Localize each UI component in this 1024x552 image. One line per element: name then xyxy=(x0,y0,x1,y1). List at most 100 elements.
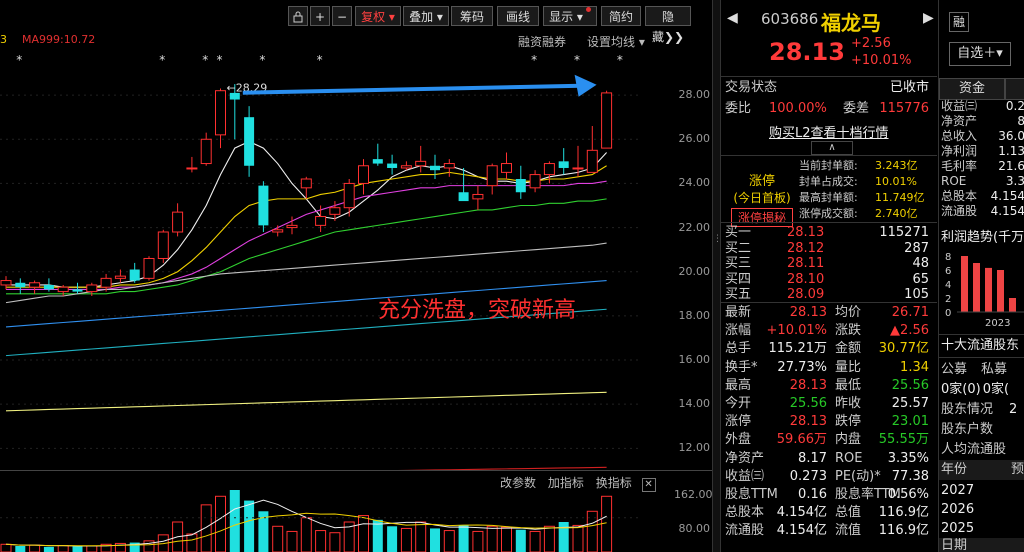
fin-tab-zijin[interactable]: 资金 xyxy=(939,78,1005,100)
candle-body[interactable] xyxy=(129,269,140,281)
annotation-text: 充分洗盘，突破新高 xyxy=(378,298,577,323)
param-button[interactable]: 改参数 xyxy=(500,476,536,490)
volume-bar xyxy=(486,525,498,552)
add-indicator-button[interactable]: 加指标 xyxy=(548,476,584,490)
fin-row: 收益㈢ 0.2 xyxy=(941,99,1024,113)
candle-body[interactable] xyxy=(215,90,226,136)
candle-body[interactable] xyxy=(15,282,26,288)
switch-indicator-button[interactable]: 换指标 xyxy=(596,476,632,490)
price-tick: 18.00 xyxy=(678,308,711,322)
volume-bar xyxy=(372,519,383,552)
candle-body[interactable] xyxy=(458,192,469,202)
ma-line-3 xyxy=(6,198,607,295)
event-star-icon[interactable]: * xyxy=(617,53,623,67)
candle-body[interactable] xyxy=(186,167,198,170)
ma-line-7 xyxy=(5,391,607,412)
candle-body[interactable] xyxy=(572,167,584,170)
divider xyxy=(721,76,937,77)
candle-body[interactable] xyxy=(558,161,569,168)
prev-stock-icon[interactable]: ◀ xyxy=(727,10,738,26)
volume-bar xyxy=(286,530,298,552)
kline-panel[interactable]: 3 MA999:10.72 + − 复权 ▾ 叠加 ▾ 筹码 画线 显示 ▾ 简… xyxy=(0,0,722,552)
volume-bar xyxy=(300,517,312,552)
candle-body[interactable] xyxy=(387,163,398,168)
event-star-icon[interactable]: * xyxy=(259,53,265,67)
candle-body[interactable] xyxy=(86,284,98,293)
candle-body[interactable] xyxy=(100,277,112,288)
fund-count-row: 0家(0) 0家( xyxy=(941,382,1010,397)
candle-body[interactable] xyxy=(372,159,383,164)
price-tick: 22.00 xyxy=(678,220,711,234)
volume-bar xyxy=(501,526,512,552)
year-row: 2025 xyxy=(941,521,975,536)
candle-body[interactable] xyxy=(515,179,526,193)
candle-body[interactable] xyxy=(286,224,298,229)
candle-body[interactable] xyxy=(430,165,440,171)
volume-bar xyxy=(29,544,41,552)
candle-body[interactable] xyxy=(601,92,613,149)
candle-body[interactable] xyxy=(114,275,126,279)
volume-bar xyxy=(86,545,98,552)
candlestick-chart[interactable]: * * * * * * * * *←28.29 xyxy=(0,0,640,470)
candle-body[interactable] xyxy=(300,178,312,189)
candle-body[interactable] xyxy=(57,286,69,293)
candle-body[interactable] xyxy=(501,163,512,173)
candle-body[interactable] xyxy=(543,163,555,176)
event-star-icon[interactable]: * xyxy=(159,53,165,67)
candle-body[interactable] xyxy=(244,117,255,166)
candle-body[interactable] xyxy=(157,231,169,259)
trade-status-row: 交易状态 已收市 xyxy=(725,80,929,95)
candle-body[interactable] xyxy=(400,165,412,169)
event-star-icon[interactable]: * xyxy=(531,53,537,67)
collapse-button[interactable]: ∧ xyxy=(811,141,853,155)
candle-body[interactable] xyxy=(529,174,541,189)
price-change: +2.56 xyxy=(851,36,891,51)
stat-row: 今开 25.56 昨收 25.57 xyxy=(725,396,929,411)
candle-body[interactable] xyxy=(358,165,369,184)
volume-bar xyxy=(229,490,240,552)
volume-bar xyxy=(415,521,427,552)
candle-body[interactable] xyxy=(29,282,41,288)
candle-body[interactable] xyxy=(472,193,484,200)
candle-body[interactable] xyxy=(258,185,269,226)
volume-chart[interactable] xyxy=(0,490,640,552)
candle-body[interactable] xyxy=(443,163,455,169)
candle-body[interactable] xyxy=(143,257,155,279)
vol-tick: 80.00 xyxy=(678,522,711,535)
candle-body[interactable] xyxy=(586,149,598,173)
renjun-label: 人均流通股 xyxy=(941,442,1007,457)
event-star-icon[interactable]: * xyxy=(16,53,22,67)
stat-row: 总手 115.21万 金额 30.77亿 xyxy=(725,341,929,357)
event-star-icon[interactable]: * xyxy=(317,53,323,67)
zixuan-button[interactable]: 自选＋▾ xyxy=(949,42,1011,66)
price-tick: 28.00 xyxy=(678,88,711,102)
candle-body[interactable] xyxy=(415,160,427,167)
candle-body[interactable] xyxy=(43,284,54,290)
event-star-icon[interactable]: * xyxy=(202,53,208,67)
fin-row: 净资产8 xyxy=(941,114,1024,128)
event-star-icon[interactable]: * xyxy=(217,53,223,67)
candle-body[interactable] xyxy=(486,165,498,187)
fin-tab-2[interactable] xyxy=(1005,78,1024,100)
fin-row: 总股本 4.154 xyxy=(941,189,1024,203)
candle-body[interactable] xyxy=(343,182,355,209)
holders-link[interactable]: 十大流通股东 xyxy=(941,337,1019,355)
trend-bar xyxy=(973,263,980,312)
stat-row: 总股本 4.154亿 总值 116.9亿 xyxy=(725,505,929,521)
volume-bar xyxy=(57,545,69,552)
candle-body[interactable] xyxy=(172,211,184,233)
candle-body[interactable] xyxy=(72,289,83,292)
event-star-icon[interactable]: * xyxy=(574,53,580,67)
volume-bar xyxy=(443,530,455,552)
price-axis: 28.00 26.00 24.00 22.00 20.00 18.00 16.00 14.00… xyxy=(640,0,711,480)
seal-row: 封单占成交: 10.01% xyxy=(799,175,917,188)
candle-body[interactable] xyxy=(315,216,327,226)
candle-body[interactable] xyxy=(272,229,284,233)
l2-link[interactable]: 购买L2查看十档行情 xyxy=(769,122,889,141)
next-stock-icon[interactable]: ▶ xyxy=(923,10,934,26)
candle-body[interactable] xyxy=(200,138,212,165)
candle-body[interactable] xyxy=(329,207,341,215)
fin-row: ROE 3.3 xyxy=(941,174,1024,188)
candle-body[interactable] xyxy=(0,280,12,286)
year-row: 2027 xyxy=(941,483,975,498)
